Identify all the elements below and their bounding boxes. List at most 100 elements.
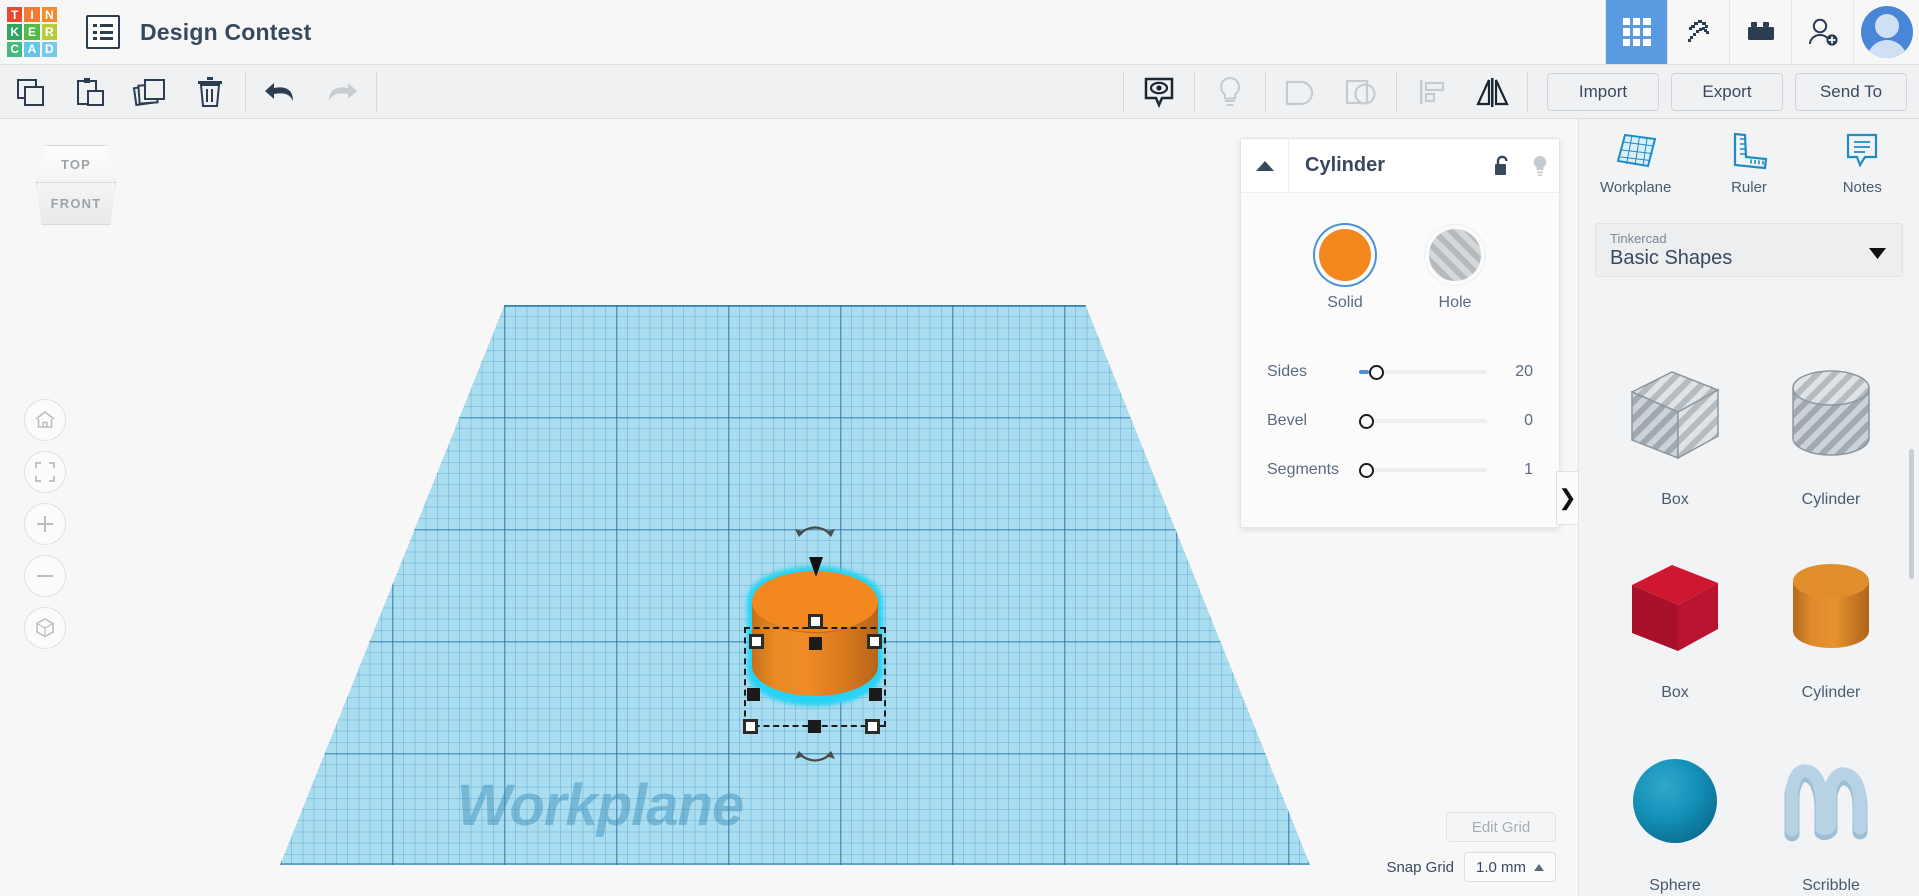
lego-brick-icon[interactable] [1729, 0, 1791, 64]
sides-slider-value[interactable]: 20 [1487, 363, 1533, 381]
fit-to-view-button[interactable] [24, 451, 66, 493]
view-cube-front-face[interactable]: FRONT [36, 183, 116, 225]
object-tool-group [1118, 65, 1533, 119]
panel-tools: Workplane Ruler Notes [1579, 119, 1919, 219]
hole-cylinder-art [1776, 351, 1886, 479]
height-handle-cone[interactable] [809, 557, 823, 577]
scale-handle-top-center[interactable] [808, 614, 823, 629]
mirror-button[interactable] [1462, 65, 1522, 119]
invite-person-icon[interactable] [1791, 0, 1853, 64]
scale-handle-top-right[interactable] [867, 634, 882, 649]
view-cube-front-label: FRONT [50, 196, 102, 211]
delete-button[interactable] [180, 65, 240, 119]
top-bar-right-actions [1605, 0, 1919, 64]
red-box-art [1620, 544, 1730, 672]
send-to-button[interactable]: Send To [1795, 72, 1907, 111]
workplane-tool[interactable]: Workplane [1579, 131, 1692, 219]
paste-button[interactable] [60, 65, 120, 119]
sides-slider-label: Sides [1267, 363, 1308, 380]
undo-button[interactable] [251, 65, 311, 119]
ruler-tool-label: Ruler [1731, 179, 1767, 196]
ruler-icon [1733, 132, 1768, 170]
shape-red-box-label: Box [1661, 684, 1689, 701]
page-title[interactable]: Design Contest [140, 19, 311, 46]
scale-handle-top-left[interactable] [749, 634, 764, 649]
view-cube-top-face[interactable]: TOP [36, 145, 116, 183]
document-list-icon[interactable] [86, 15, 120, 49]
segments-slider-track [1359, 468, 1487, 472]
workplane-icon [1616, 133, 1656, 168]
shape-orange-cylinder[interactable]: Cylinder [1753, 512, 1909, 702]
sides-slider[interactable] [1359, 362, 1487, 382]
ungroup-button[interactable] [1331, 65, 1391, 119]
logo-tile-e: E [24, 24, 40, 40]
toolbar-divider-3 [1123, 71, 1124, 112]
bevel-slider-value[interactable]: 0 [1487, 412, 1533, 430]
chevron-down-icon[interactable] [1869, 248, 1886, 259]
logo-tile-a: A [24, 41, 40, 57]
sides-slider-knob[interactable] [1369, 364, 1385, 380]
snap-grid-row: Snap Grid 1.0 mm [1386, 852, 1556, 882]
solid-hole-selector: Solid Hole [1241, 193, 1559, 312]
align-button[interactable] [1402, 65, 1462, 119]
caret-up-icon [1534, 863, 1544, 871]
ruler-tool[interactable]: Ruler [1692, 131, 1805, 219]
redo-button[interactable] [311, 65, 371, 119]
snap-grid-select[interactable]: 1.0 mm [1464, 852, 1556, 882]
shape-hole-cylinder[interactable]: Cylinder [1753, 319, 1909, 509]
hole-pattern-swatch[interactable] [1429, 229, 1481, 281]
segments-slider-value[interactable]: 1 [1487, 461, 1533, 479]
home-view-button[interactable] [24, 399, 66, 441]
scale-handle-center[interactable] [809, 637, 822, 650]
tinkercad-logo[interactable]: TIN KER CAD [4, 4, 60, 60]
visibility-button[interactable] [1129, 65, 1189, 119]
export-button[interactable]: Export [1671, 72, 1783, 111]
rotate-handle-bottom[interactable] [794, 749, 835, 767]
selected-shape-cylinder[interactable] [743, 526, 886, 762]
logo-tile-t: T [7, 7, 23, 23]
segments-slider[interactable] [1359, 460, 1487, 480]
edit-grid-button[interactable]: Edit Grid [1446, 812, 1556, 842]
scale-handle-base-left[interactable] [743, 719, 758, 734]
scale-handle-base-right[interactable] [865, 719, 880, 734]
shape-sphere[interactable]: Sphere [1597, 705, 1753, 895]
hole-mode[interactable]: Hole [1429, 229, 1481, 312]
zoom-out-button[interactable] [24, 555, 66, 597]
unlock-icon[interactable] [1483, 155, 1521, 177]
grid-controls: Edit Grid Snap Grid 1.0 mm [1386, 812, 1556, 882]
blocks-grid-icon[interactable] [1605, 0, 1667, 64]
zoom-in-button[interactable] [24, 503, 66, 545]
segments-slider-knob[interactable] [1359, 462, 1374, 478]
lightbulb-icon[interactable] [1521, 154, 1559, 178]
solid-color-swatch[interactable] [1319, 229, 1371, 281]
shape-gallery-scrollbar[interactable] [1909, 449, 1914, 579]
notes-tool[interactable]: Notes [1806, 131, 1919, 219]
copy-button[interactable] [0, 65, 60, 119]
solid-mode-label: Solid [1327, 294, 1363, 311]
top-bar: TIN KER CAD Design Contest [0, 0, 1919, 65]
rotate-handle-top[interactable] [794, 521, 835, 539]
sides-slider-row: Sides 20 [1267, 352, 1533, 392]
bevel-slider[interactable] [1359, 411, 1487, 431]
solid-mode[interactable]: Solid [1319, 229, 1371, 312]
perspective-toggle-button[interactable] [24, 607, 66, 649]
duplicate-button[interactable] [120, 65, 180, 119]
caret-up-icon[interactable] [1241, 138, 1289, 193]
group-button[interactable] [1271, 65, 1331, 119]
view-cube[interactable]: TOP FRONT [28, 145, 124, 225]
scale-handle-base-center[interactable] [808, 720, 821, 733]
scale-handle-mid-left[interactable] [747, 688, 760, 701]
import-button[interactable]: Import [1547, 72, 1659, 111]
shape-scribble[interactable]: Scribble [1753, 705, 1909, 895]
shape-hole-box[interactable]: Box [1597, 319, 1753, 509]
minecraft-pickaxe-icon[interactable] [1667, 0, 1729, 64]
shape-library-select[interactable]: Tinkercad Basic Shapes [1595, 223, 1903, 277]
collapse-panel-chevron-icon[interactable]: ❯ [1556, 471, 1578, 525]
lightbulb-button[interactable] [1200, 65, 1260, 119]
shape-red-box[interactable]: Box [1597, 512, 1753, 702]
bevel-slider-knob[interactable] [1359, 413, 1374, 429]
shape-sphere-label: Sphere [1649, 877, 1701, 894]
shape-parameter-sliders: Sides 20 Bevel 0 Segments 1 [1241, 352, 1559, 490]
user-avatar[interactable] [1853, 0, 1919, 64]
scale-handle-mid-right[interactable] [869, 688, 882, 701]
